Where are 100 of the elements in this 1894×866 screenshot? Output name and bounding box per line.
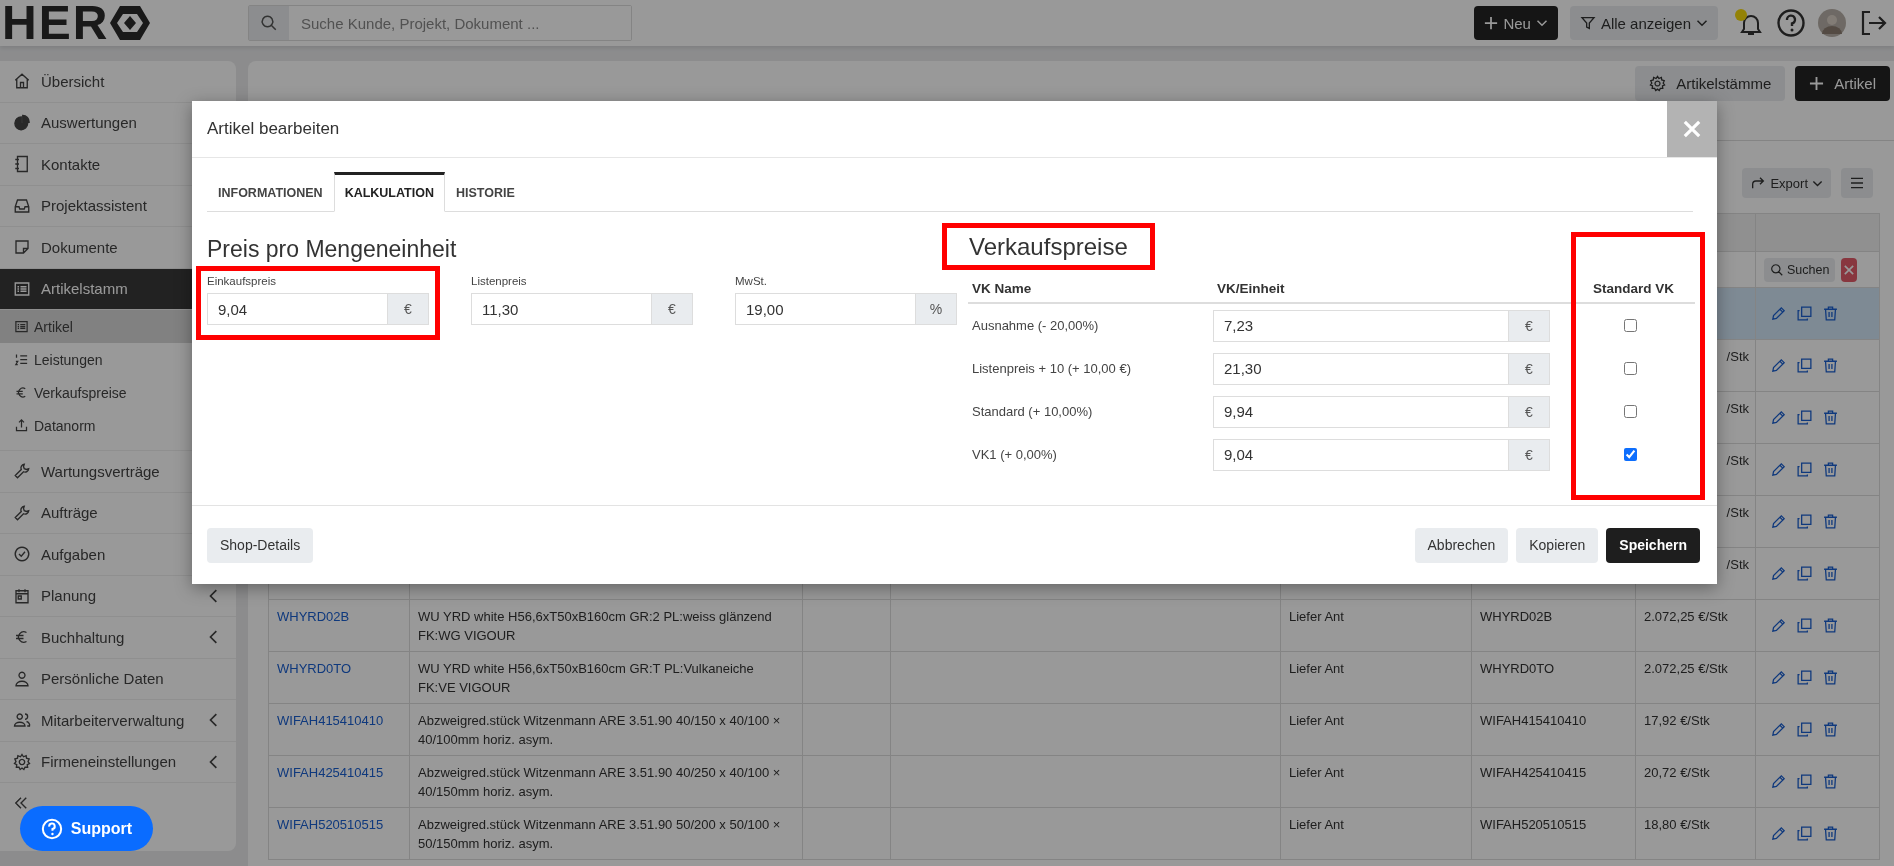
input-field[interactable]: 21,30	[1213, 352, 1509, 385]
table-cell: 2.072,25 €/Stk	[1636, 652, 1756, 704]
pencil-icon[interactable]	[1770, 825, 1787, 842]
tab[interactable]: KALKULATION	[333, 172, 445, 212]
tab[interactable]: HISTORIE	[444, 172, 526, 212]
copy-icon[interactable]	[1796, 773, 1813, 790]
table-row[interactable]: WIFAH425410415 Abzweigred.stück Witzenmann ARE 3.51.90 40/250 x 40/100 × 40/150mm horiz. asym. Liefer Ant WIFAH425410415 20,72 €/Stk	[269, 756, 1879, 808]
pencil-icon[interactable]	[1770, 357, 1787, 374]
pencil-icon[interactable]	[1770, 305, 1787, 322]
table-cell: Liefer Ant	[1281, 808, 1472, 860]
nav-subitem[interactable]: Verkaufspreise	[0, 376, 236, 409]
pencil-icon[interactable]	[1770, 617, 1787, 634]
article-number-link[interactable]: WIFAH415410410	[277, 713, 384, 728]
table-row[interactable]: WHYRD0TO WU YRD white H56,6xT50xB160cm GR:T PL:Vulkaneiche FK:VE VIGOUR Liefer Ant WHYRD0TO 2.072,25 €/Stk	[269, 652, 1879, 704]
nav-item[interactable]: Mitarbeiterverwaltung	[0, 700, 236, 742]
people-icon	[13, 711, 31, 730]
table-cell: 2.072,25 €/Stk	[1636, 600, 1756, 652]
checkbox[interactable]	[1624, 319, 1637, 332]
trash-icon[interactable]	[1822, 721, 1839, 738]
input-field[interactable]: 11,30	[471, 293, 652, 325]
add-article-button[interactable]: Artikel	[1795, 66, 1890, 101]
copy-icon[interactable]	[1796, 461, 1813, 478]
support-button[interactable]: Support	[20, 806, 153, 851]
logo-text: HER	[2, 0, 110, 46]
pencil-icon[interactable]	[1770, 565, 1787, 582]
unit-addon: €	[1509, 352, 1550, 385]
avatar[interactable]	[1818, 9, 1846, 37]
table-cell: WIFAH415410410	[1472, 704, 1636, 756]
pencil-icon[interactable]	[1770, 461, 1787, 478]
input-field[interactable]: 19,00	[735, 293, 916, 325]
save-button[interactable]: Speichern	[1606, 527, 1700, 563]
trash-icon[interactable]	[1822, 513, 1839, 530]
copy-icon[interactable]	[1796, 305, 1813, 322]
trash-icon[interactable]	[1822, 669, 1839, 686]
menu-button[interactable]	[1841, 168, 1873, 198]
copy-icon[interactable]	[1796, 669, 1813, 686]
trash-icon[interactable]	[1822, 565, 1839, 582]
unit-addon: €	[1509, 395, 1550, 428]
menu-icon	[1849, 175, 1865, 191]
pencil-icon[interactable]	[1770, 773, 1787, 790]
table-row[interactable]: WHYRD02B WU YRD white H56,6xT50xB160cm GR:2 PL:weiss glänzend FK:WG VIGOUR Liefer Ant WHYRD02B 2.072,25 €/Stk	[269, 600, 1879, 652]
article-number-link[interactable]: WHYRD02B	[277, 609, 350, 624]
table-cell: Liefer Ant	[1281, 704, 1472, 756]
input-field[interactable]: 9,04	[1213, 438, 1509, 471]
copy-icon[interactable]	[1796, 409, 1813, 426]
pencil-icon[interactable]	[1770, 721, 1787, 738]
copy-icon[interactable]	[1796, 357, 1813, 374]
search-field[interactable]: Suche Kunde, Projekt, Dokument ...	[248, 5, 632, 41]
pencil-icon[interactable]	[1770, 669, 1787, 686]
nav-item[interactable]: Buchhaltung	[0, 617, 236, 659]
dialog-button[interactable]: Abbrechen	[1414, 527, 1509, 563]
article-master-button[interactable]: Artikelstämme	[1635, 66, 1786, 101]
person-icon	[13, 669, 31, 688]
checkbox[interactable]	[1624, 448, 1637, 461]
export-button[interactable]: Export	[1742, 168, 1831, 198]
new-button[interactable]: Neu	[1474, 6, 1558, 40]
double-chevron-icon[interactable]	[14, 796, 28, 810]
checkbox[interactable]	[1624, 405, 1637, 418]
copy-icon[interactable]	[1796, 617, 1813, 634]
table-row[interactable]: WIFAH520510515 Abzweigred.stück Witzenmann ARE 3.51.90 50/200 x 50/100 × 50/150mm horiz. asym. Liefer Ant WIFAH520510515 18,80 €/Stk	[269, 808, 1879, 860]
clear-button[interactable]	[1841, 257, 1858, 282]
trash-icon[interactable]	[1822, 357, 1839, 374]
dialog-button[interactable]: Kopieren	[1516, 527, 1599, 563]
table-cell: WHYRD0TO	[1472, 652, 1636, 704]
trash-icon[interactable]	[1822, 461, 1839, 478]
table-cell: Abzweigred.stück Witzenmann ARE 3.51.90 40/150 x 40/100 × 40/100mm horiz. asym.	[410, 704, 803, 756]
trash-icon[interactable]	[1822, 617, 1839, 634]
table-cell: WU YRD white H56,6xT50xB160cm GR:T PL:Vulkaneiche FK:VE VIGOUR	[410, 652, 803, 704]
trash-icon[interactable]	[1822, 409, 1839, 426]
nav-subitem[interactable]: Datanorm	[0, 409, 236, 442]
checkbox[interactable]	[1624, 362, 1637, 375]
article-number-link[interactable]: WIFAH425410415	[277, 765, 384, 780]
help-icon[interactable]	[1776, 8, 1806, 38]
input-field[interactable]: 7,23	[1213, 309, 1509, 342]
nav-item[interactable]: Persönliche Daten	[0, 658, 236, 700]
wrench-icon	[13, 462, 31, 481]
table-cell: Liefer Ant	[1281, 600, 1472, 652]
calendar-icon	[13, 586, 31, 605]
bell-icon[interactable]	[1734, 8, 1764, 38]
table-row[interactable]: WIFAH415410410 Abzweigred.stück Witzenmann ARE 3.51.90 40/150 x 40/100 × 40/100mm horiz. asym. Liefer Ant WIFAH415410410 17,92 €/Stk	[269, 704, 1879, 756]
pencil-icon[interactable]	[1770, 409, 1787, 426]
input-field[interactable]: 9,94	[1213, 395, 1509, 428]
copy-icon[interactable]	[1796, 565, 1813, 582]
close-button[interactable]	[1667, 101, 1717, 157]
copy-icon[interactable]	[1796, 513, 1813, 530]
nav-subitem[interactable]: Leistungen	[0, 343, 236, 376]
search-icon	[260, 14, 278, 32]
shop-details-button[interactable]: Shop-Details	[207, 527, 314, 563]
input-field[interactable]: 9,04	[207, 293, 388, 325]
trash-icon[interactable]	[1822, 305, 1839, 322]
trash-icon[interactable]	[1822, 773, 1839, 790]
filter-dropdown[interactable]: Alle anzeigen	[1569, 6, 1718, 40]
nav-item[interactable]: Firmeneinstellungen	[0, 741, 236, 783]
article-number-link[interactable]: WIFAH520510515	[277, 817, 384, 832]
search-button[interactable]: Suchen	[1764, 257, 1836, 282]
trash-icon[interactable]	[1822, 825, 1839, 842]
article-number-link[interactable]: WHYRD0TO	[277, 661, 352, 676]
pencil-icon[interactable]	[1770, 513, 1787, 530]
copy-icon[interactable]	[1796, 825, 1813, 842]
copy-icon[interactable]	[1796, 721, 1813, 738]
